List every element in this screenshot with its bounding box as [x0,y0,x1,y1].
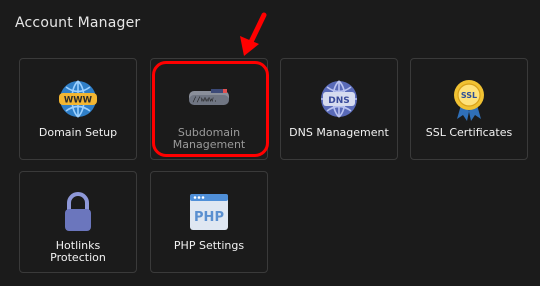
section-title: Account Manager [15,15,141,31]
svg-text:WWW: WWW [64,96,93,106]
svg-text:PHP: PHP [194,210,224,225]
tile-php-settings[interactable]: PHP PHP Settings [150,171,268,273]
php-window-icon: PHP [190,194,228,230]
svg-text:DNS: DNS [328,96,350,106]
ssl-badge-icon: SSL [454,80,484,121]
tile-dns-management[interactable]: DNS DNS Management [280,58,398,160]
dns-globe-icon: DNS [321,80,357,118]
tile-label: PHP Settings [173,239,245,252]
tile-ssl-certificates[interactable]: SSL SSL Certificates [410,58,528,160]
tile-label: SSL Certificates [425,126,513,139]
tile-subdomain-management[interactable]: //www. Subdomain Management [150,58,268,160]
lock-icon [65,192,91,231]
tile-label: Subdomain Management [172,126,246,151]
svg-text://www.: //www. [192,96,217,104]
tile-label: Domain Setup [38,126,118,139]
tile-label: Hotlinks Protection [50,239,106,264]
tile-domain-setup[interactable]: WWW Domain Setup [19,58,137,160]
www-globe-icon: WWW [59,80,97,118]
svg-text:SSL: SSL [461,91,477,100]
annotation-arrow-icon [240,12,267,56]
tile-label: DNS Management [289,126,389,139]
tile-hotlinks-protection[interactable]: Hotlinks Protection [19,171,137,273]
subdomain-icon: //www. [189,89,229,105]
